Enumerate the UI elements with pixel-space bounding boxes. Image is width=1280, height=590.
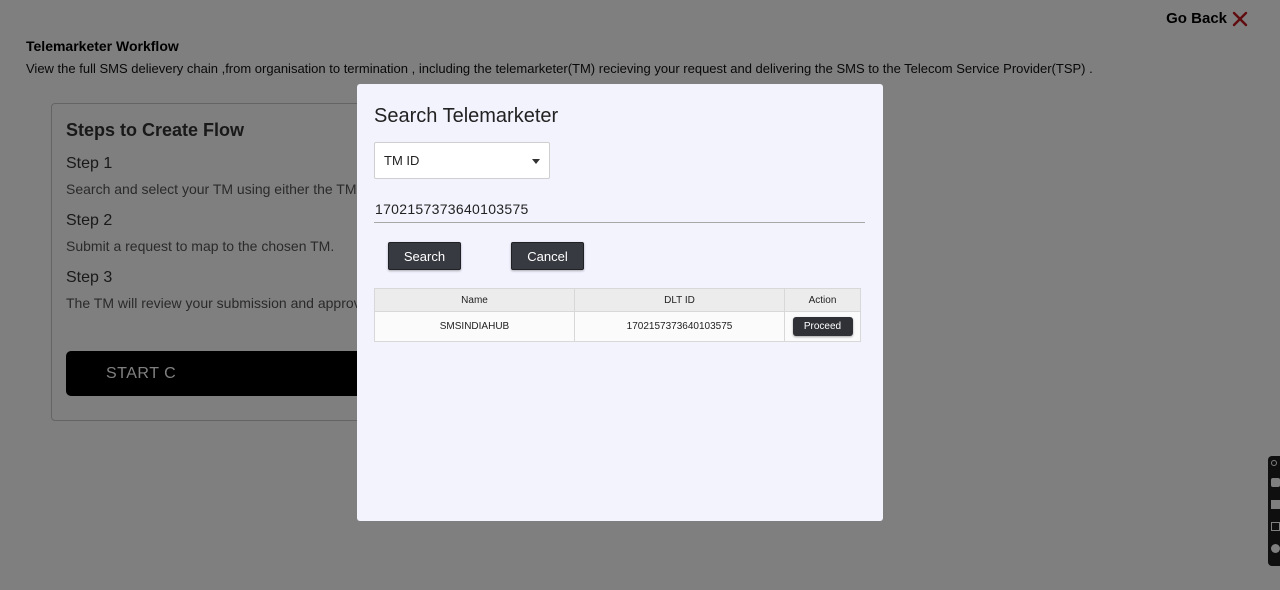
column-header-action: Action <box>784 288 861 312</box>
proceed-button[interactable]: Proceed <box>792 317 853 336</box>
search-button[interactable]: Search <box>388 242 461 270</box>
cancel-button[interactable]: Cancel <box>511 242 584 270</box>
search-type-value: TM ID <box>384 153 420 168</box>
modal-title: Search Telemarketer <box>374 105 559 127</box>
caret-down-icon <box>532 159 540 164</box>
cell-dlt-id: 1702157373640103575 <box>574 311 785 342</box>
cell-name: SMSINDIAHUB <box>374 311 575 342</box>
search-type-select[interactable]: TM ID <box>374 142 550 179</box>
table-row: SMSINDIAHUB 1702157373640103575 Proceed <box>374 311 861 342</box>
cell-action: Proceed <box>784 311 861 342</box>
results-table: Name DLT ID Action SMSINDIAHUB 170215737… <box>374 288 861 342</box>
table-header-row: Name DLT ID Action <box>374 288 861 312</box>
column-header-dlt-id: DLT ID <box>574 288 785 312</box>
search-telemarketer-modal: Search Telemarketer TM ID Search Cancel … <box>357 84 883 521</box>
tm-id-input[interactable] <box>374 195 865 223</box>
column-header-name: Name <box>374 288 575 312</box>
